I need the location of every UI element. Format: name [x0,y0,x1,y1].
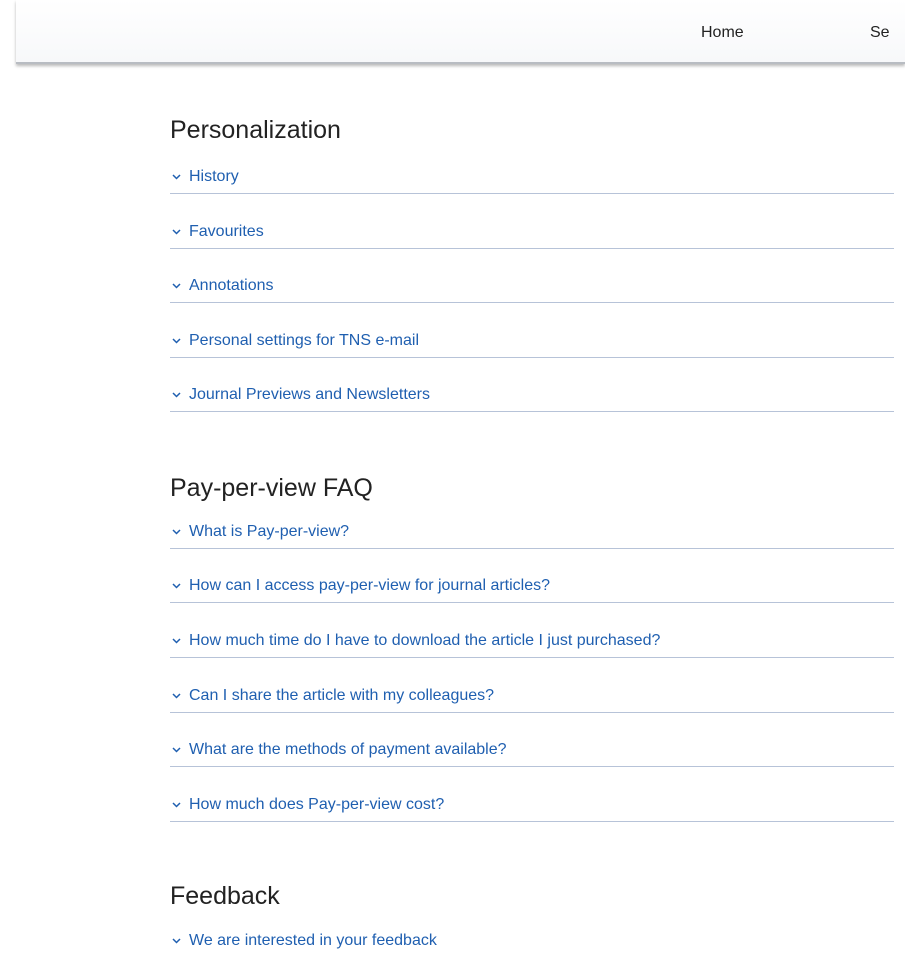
accordion-item-journal-previews[interactable]: Journal Previews and Newsletters [170,385,894,412]
chevron-down-icon [172,693,181,699]
accordion-item-annotations[interactable]: Annotations [170,276,894,303]
accordion-label: Annotations [189,277,274,294]
section-title-feedback: Feedback [170,882,280,910]
section-title-pay-per-view-faq: Pay-per-view FAQ [170,474,373,502]
accordion-item-access-ppv[interactable]: How can I access pay-per-view for journa… [170,576,894,603]
accordion-item-tns-email-settings[interactable]: Personal settings for TNS e-mail [170,331,894,358]
section-title-personalization: Personalization [170,116,341,144]
accordion-item-ppv-cost[interactable]: How much does Pay-per-view cost? [170,795,894,822]
accordion-label: How much does Pay-per-view cost? [189,796,445,813]
accordion-item-share-article[interactable]: Can I share the article with my colleagu… [170,686,894,713]
accordion-item-favourites[interactable]: Favourites [170,222,894,249]
nav-home-link[interactable]: Home [701,24,744,42]
chevron-down-icon [172,802,181,808]
accordion-item-feedback[interactable]: We are interested in your feedback [170,931,894,957]
accordion-item-download-time[interactable]: How much time do I have to download the … [170,631,894,658]
accordion-label: What is Pay-per-view? [189,523,350,540]
accordion-label: Journal Previews and Newsletters [189,386,430,403]
nav-search-link[interactable]: Se [870,24,890,42]
accordion-label: Favourites [189,223,264,240]
chevron-down-icon [172,638,181,644]
chevron-down-icon [172,938,181,944]
chevron-down-icon [172,283,181,289]
chevron-down-icon [172,392,181,398]
accordion-label: Can I share the article with my colleagu… [189,687,495,704]
chevron-down-icon [172,229,181,235]
accordion-item-payment-methods[interactable]: What are the methods of payment availabl… [170,740,894,767]
chevron-down-icon [172,747,181,753]
accordion-label: How can I access pay-per-view for journa… [189,577,551,594]
accordion-label: How much time do I have to download the … [189,632,661,649]
accordion-item-what-is-ppv[interactable]: What is Pay-per-view? [170,522,894,549]
top-navigation-bar: Home Se [16,0,905,64]
accordion-label: Personal settings for TNS e-mail [189,332,420,349]
chevron-down-icon [172,338,181,344]
accordion-label: We are interested in your feedback [189,932,437,949]
chevron-down-icon [172,174,181,180]
chevron-down-icon [172,529,181,535]
accordion-label: What are the methods of payment availabl… [189,741,507,758]
accordion-item-history[interactable]: History [170,167,894,194]
chevron-down-icon [172,583,181,589]
accordion-label: History [189,168,239,185]
